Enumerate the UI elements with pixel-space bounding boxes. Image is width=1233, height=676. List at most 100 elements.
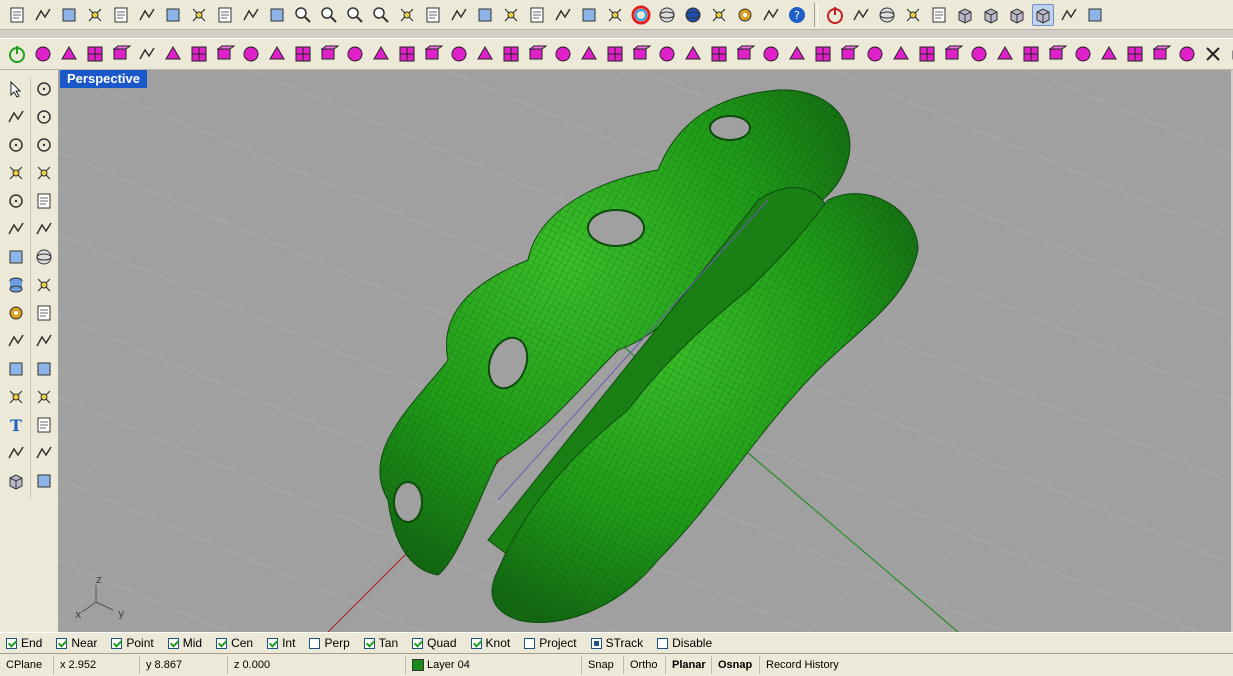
scale-tool-button[interactable] xyxy=(33,414,55,436)
ellipse-button[interactable] xyxy=(5,190,27,212)
osnap-checkbox[interactable] xyxy=(363,637,375,649)
save-button[interactable] xyxy=(58,4,80,26)
branch-magenta-button[interactable] xyxy=(994,43,1016,65)
box-solid-button[interactable] xyxy=(5,246,27,268)
wireframe-sphere-button[interactable] xyxy=(656,4,678,26)
patch-button[interactable] xyxy=(33,274,55,296)
x-close-button[interactable] xyxy=(1202,43,1224,65)
osnap-checkbox[interactable] xyxy=(412,637,424,649)
osnap-strack[interactable]: STrack xyxy=(590,636,643,650)
render-sphere-button[interactable] xyxy=(682,4,704,26)
nodes-button[interactable] xyxy=(902,4,924,26)
revolve-button[interactable] xyxy=(33,218,55,240)
power-button[interactable] xyxy=(824,4,846,26)
snap-toggle[interactable]: Snap xyxy=(582,656,624,674)
morph-magenta-button[interactable] xyxy=(812,43,834,65)
split-tool-button[interactable] xyxy=(5,330,27,352)
pan-hand-button[interactable] xyxy=(240,4,262,26)
transform-magenta-button[interactable] xyxy=(188,43,210,65)
extra-button[interactable] xyxy=(1084,4,1106,26)
cube-black-button[interactable] xyxy=(1228,43,1233,65)
cplane-label[interactable]: CPlane xyxy=(0,656,54,674)
fillet-magenta-button[interactable] xyxy=(500,43,522,65)
cross-magenta-button[interactable] xyxy=(968,43,990,65)
osnap-checkbox[interactable] xyxy=(309,637,321,649)
copy-button[interactable] xyxy=(162,4,184,26)
scale2-magenta-button[interactable] xyxy=(734,43,756,65)
open-folder-button[interactable] xyxy=(32,4,54,26)
twist-magenta-button[interactable] xyxy=(266,43,288,65)
zoom-extents-button[interactable] xyxy=(344,4,366,26)
polygon-button[interactable] xyxy=(5,162,27,184)
arc-magenta-button[interactable] xyxy=(344,43,366,65)
osnap-checkbox[interactable] xyxy=(524,637,536,649)
zoom-window-button[interactable] xyxy=(318,4,340,26)
chamfer-magenta-button[interactable] xyxy=(526,43,548,65)
dimension-button[interactable] xyxy=(33,442,55,464)
bars-magenta-button[interactable] xyxy=(110,43,132,65)
osnap-project[interactable]: Project xyxy=(524,636,577,650)
split-magenta-button[interactable] xyxy=(552,43,574,65)
offset-magenta-button[interactable] xyxy=(318,43,340,65)
plane-tool-button[interactable] xyxy=(33,470,55,492)
explode-tool-button[interactable] xyxy=(33,302,55,324)
osnap-checkbox[interactable] xyxy=(6,637,17,649)
osnap-checkbox[interactable] xyxy=(470,637,482,649)
move-magenta-button[interactable] xyxy=(760,43,782,65)
osnap-checkbox[interactable] xyxy=(657,637,669,649)
osnap-checkbox[interactable] xyxy=(167,637,179,649)
options-gear-button[interactable] xyxy=(734,4,756,26)
pipe-magenta-button[interactable] xyxy=(838,43,860,65)
curve-tool-button[interactable] xyxy=(5,386,27,408)
four-viewports-button[interactable] xyxy=(422,4,444,26)
rectangle-button[interactable] xyxy=(33,162,55,184)
loft-magenta-button[interactable] xyxy=(370,43,392,65)
circle-button[interactable] xyxy=(5,134,27,156)
taper-magenta-button[interactable] xyxy=(292,43,314,65)
osnap-int[interactable]: Int xyxy=(267,636,295,650)
paste-button[interactable] xyxy=(188,4,210,26)
box-magenta-button[interactable] xyxy=(32,43,54,65)
object-snap-button[interactable] xyxy=(526,4,548,26)
ellipse2-button[interactable] xyxy=(33,134,55,156)
power-green-button[interactable] xyxy=(6,43,28,65)
cplane-origin-button[interactable] xyxy=(500,4,522,26)
record-history-toggle[interactable]: Record History xyxy=(760,656,860,674)
ortho-toggle[interactable]: Ortho xyxy=(624,656,666,674)
axes-button[interactable] xyxy=(928,4,950,26)
perspective-viewport[interactable]: Perspective z x y xyxy=(58,70,1231,632)
osnap-checkbox[interactable] xyxy=(111,637,123,649)
osnap-near[interactable]: Near xyxy=(56,636,97,650)
sphere-tool-button[interactable] xyxy=(33,246,55,268)
cap-magenta-button[interactable] xyxy=(474,43,496,65)
control-points-button[interactable] xyxy=(33,106,55,128)
osnap-checkbox[interactable] xyxy=(267,637,279,649)
wrench-button[interactable] xyxy=(1058,4,1080,26)
stretch-magenta-button[interactable] xyxy=(890,43,912,65)
arc-button[interactable] xyxy=(33,190,55,212)
join-magenta-button[interactable] xyxy=(578,43,600,65)
array2-magenta-button[interactable] xyxy=(916,43,938,65)
color-wheel-button[interactable] xyxy=(630,4,652,26)
new-file-button[interactable] xyxy=(6,4,28,26)
lock-button[interactable] xyxy=(578,4,600,26)
scale-magenta-button[interactable] xyxy=(214,43,236,65)
osnap-tan[interactable]: Tan xyxy=(363,636,398,650)
osnap-point[interactable]: Point xyxy=(111,636,154,650)
zoom-button[interactable] xyxy=(292,4,314,26)
star-magenta-button[interactable] xyxy=(1072,43,1094,65)
osnap-end[interactable]: End xyxy=(6,636,42,650)
trim-tool-button[interactable] xyxy=(33,330,55,352)
boolean2-button[interactable] xyxy=(33,358,55,380)
sphere-grid-button[interactable] xyxy=(876,4,898,26)
osnap-cen[interactable]: Cen xyxy=(216,636,253,650)
sphere-magenta-button[interactable] xyxy=(58,43,80,65)
light-bulb-button[interactable] xyxy=(552,4,574,26)
mirror-magenta-button[interactable] xyxy=(708,43,730,65)
select-arrow-button[interactable] xyxy=(5,78,27,100)
help-button[interactable]: ? xyxy=(786,4,808,26)
arrow-magenta-button[interactable] xyxy=(162,43,184,65)
cube-view-4-button[interactable] xyxy=(1032,3,1054,26)
osnap-mid[interactable]: Mid xyxy=(167,636,202,650)
undo-button[interactable] xyxy=(214,4,236,26)
